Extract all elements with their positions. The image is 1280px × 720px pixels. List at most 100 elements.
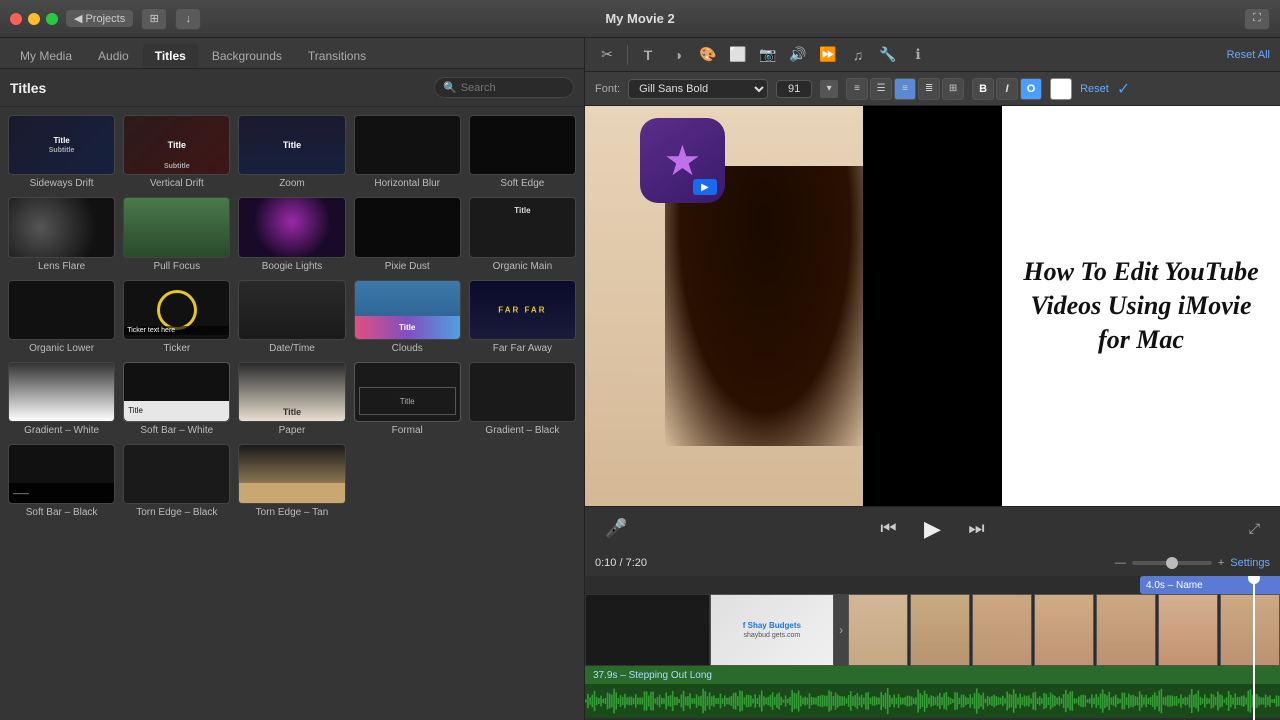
title-item-organic-lower[interactable]: Organic Lower [6, 278, 117, 356]
search-input[interactable] [461, 82, 565, 94]
title-item-vertical-drift[interactable]: TitleSubtitleVertical Drift [121, 113, 232, 191]
playhead[interactable] [1253, 576, 1255, 720]
title-item-organic-main[interactable]: TitleOrganic Main [467, 195, 578, 273]
preview-area: ★ ▶ How To Edit YouTube Videos Using iMo… [585, 106, 1280, 506]
back-button[interactable]: ◀ Projects [66, 10, 133, 27]
color-tool-icon[interactable]: 🎨 [696, 43, 720, 67]
title-item-datetime[interactable]: Date/Time [236, 278, 347, 356]
reset-all-button[interactable]: Reset All [1227, 49, 1270, 61]
italic-button[interactable]: I [996, 78, 1018, 100]
go-end-button[interactable]: ⏭ [963, 515, 991, 543]
title-label-datetime: Date/Time [269, 343, 315, 354]
clip-dark[interactable] [585, 594, 710, 666]
zoom-in-icon[interactable]: + [1218, 557, 1224, 569]
format-bar: Font: Gill Sans Bold ▾ ≡ ☰ ≡ ≣ ⊞ B I O R… [585, 72, 1280, 106]
video-clip-4[interactable] [1034, 594, 1094, 666]
bold-button[interactable]: B [972, 78, 994, 100]
align-left-button[interactable]: ≡ [846, 78, 868, 100]
share-button[interactable]: ↓ [175, 8, 201, 30]
alignment-buttons: ≡ ☰ ≡ ≣ ⊞ [846, 78, 964, 100]
title-item-torn-edge-black[interactable]: Torn Edge – Black [121, 442, 232, 520]
title-item-formal[interactable]: TitleFormal [352, 360, 463, 438]
left-panel: My Media Audio Titles Backgrounds Transi… [0, 38, 585, 720]
frame-tool-icon[interactable]: ⬜ [726, 43, 750, 67]
title-item-far-far-away[interactable]: FAR FARFar Far Away [467, 278, 578, 356]
title-bar-right: ⛶ [1244, 8, 1270, 30]
align-spread-button[interactable]: ⊞ [942, 78, 964, 100]
video-clip-5[interactable] [1096, 594, 1156, 666]
title-item-torn-edge-tan[interactable]: Torn Edge – Tan [236, 442, 347, 520]
font-selector[interactable]: Gill Sans Bold [628, 79, 768, 99]
title-item-horizontal-blur[interactable]: Horizontal Blur [352, 113, 463, 191]
tab-titles[interactable]: Titles [143, 44, 198, 68]
audio-tool-icon[interactable]: 🔊 [786, 43, 810, 67]
color-swatch[interactable] [1050, 78, 1072, 100]
title-label-torn-edge-black: Torn Edge – Black [136, 507, 217, 518]
search-box[interactable]: 🔍 [434, 77, 574, 98]
tab-transitions[interactable]: Transitions [296, 44, 378, 68]
imovie-logo: ★ ▶ [640, 118, 725, 203]
video-clip-6[interactable] [1158, 594, 1218, 666]
title-label-gradient-black: Gradient – Black [485, 425, 559, 436]
title-item-soft-bar-white[interactable]: TitleSoft Bar – White [121, 360, 232, 438]
font-size-down-button[interactable]: ▾ [820, 80, 838, 98]
crop-tool-icon[interactable]: ✂ [595, 43, 619, 67]
video-clip-3[interactable] [972, 594, 1032, 666]
title-label-ticker: Ticker [163, 343, 190, 354]
title-item-boogie-lights[interactable]: Boogie Lights [236, 195, 347, 273]
title-item-zoom[interactable]: TitleZoom [236, 113, 347, 191]
go-start-button[interactable]: ⏮ [875, 515, 903, 543]
video-clip-1[interactable] [848, 594, 908, 666]
tab-my-media[interactable]: My Media [8, 44, 84, 68]
title-item-sideways-drift[interactable]: TitleSubtitleSideways Drift [6, 113, 117, 191]
info-tool-icon[interactable]: ℹ [906, 43, 930, 67]
fullscreen-button[interactable]: ⛶ [1244, 8, 1270, 30]
fullscreen-toggle-button[interactable]: ⤢ [1249, 520, 1260, 537]
play-pause-button[interactable]: ▶ [919, 515, 947, 543]
title-item-lens-flare[interactable]: Lens Flare [6, 195, 117, 273]
title-item-soft-bar-black[interactable]: ——Soft Bar – Black [6, 442, 117, 520]
zoom-handle[interactable] [1166, 557, 1178, 569]
maximize-button[interactable] [46, 13, 58, 25]
align-right-button[interactable]: ≡ [894, 78, 916, 100]
audio-waveform[interactable] [585, 684, 1280, 718]
tab-audio[interactable]: Audio [86, 44, 141, 68]
separator [627, 45, 628, 65]
title-item-ticker[interactable]: Ticker text hereTicker [121, 278, 232, 356]
title-item-gradient-white[interactable]: Gradient – White [6, 360, 117, 438]
music-tool-icon[interactable]: ♫ [846, 43, 870, 67]
video-clip-7[interactable] [1220, 594, 1280, 666]
tab-backgrounds[interactable]: Backgrounds [200, 44, 294, 68]
layout-toggle-button[interactable]: ⊞ [141, 8, 167, 30]
text-tool-icon[interactable]: T [636, 43, 660, 67]
title-label-torn-edge-tan: Torn Edge – Tan [256, 507, 329, 518]
microphone-button[interactable]: 🎤 [605, 518, 627, 539]
preview-left-panel: ★ ▶ [585, 106, 863, 506]
close-button[interactable] [10, 13, 22, 25]
clip-social[interactable]: f Shay Budgets shaybud gets.com [710, 594, 835, 666]
zoom-slider[interactable] [1132, 561, 1212, 565]
nav-tabs: My Media Audio Titles Backgrounds Transi… [0, 38, 584, 69]
timeline-settings-button[interactable]: Settings [1230, 557, 1270, 569]
confirm-button[interactable]: ✓ [1117, 79, 1130, 99]
title-label-horizontal-blur: Horizontal Blur [374, 178, 440, 189]
font-size-input[interactable] [776, 80, 812, 98]
reset-format-button[interactable]: Reset [1080, 83, 1109, 95]
video-clip-2[interactable] [910, 594, 970, 666]
outline-button[interactable]: O [1020, 78, 1042, 100]
title-item-pixie-dust[interactable]: Pixie Dust [352, 195, 463, 273]
zoom-out-icon[interactable]: — [1115, 557, 1126, 569]
title-item-gradient-black[interactable]: Gradient – Black [467, 360, 578, 438]
camera-tool-icon[interactable]: 📷 [756, 43, 780, 67]
minimize-button[interactable] [28, 13, 40, 25]
title-item-soft-edge[interactable]: Soft Edge [467, 113, 578, 191]
align-center-button[interactable]: ☰ [870, 78, 892, 100]
title-item-clouds[interactable]: TitleClouds [352, 278, 463, 356]
stabilize-tool-icon[interactable]: 🔧 [876, 43, 900, 67]
filter-tool-icon[interactable]: ◑ [666, 43, 690, 67]
speed-tool-icon[interactable]: ⏩ [816, 43, 840, 67]
title-text-panel: How To Edit YouTube Videos Using iMovie … [1002, 106, 1280, 506]
title-item-pull-focus[interactable]: Pull Focus [121, 195, 232, 273]
align-justify-button[interactable]: ≣ [918, 78, 940, 100]
title-item-paper[interactable]: TitlePaper [236, 360, 347, 438]
